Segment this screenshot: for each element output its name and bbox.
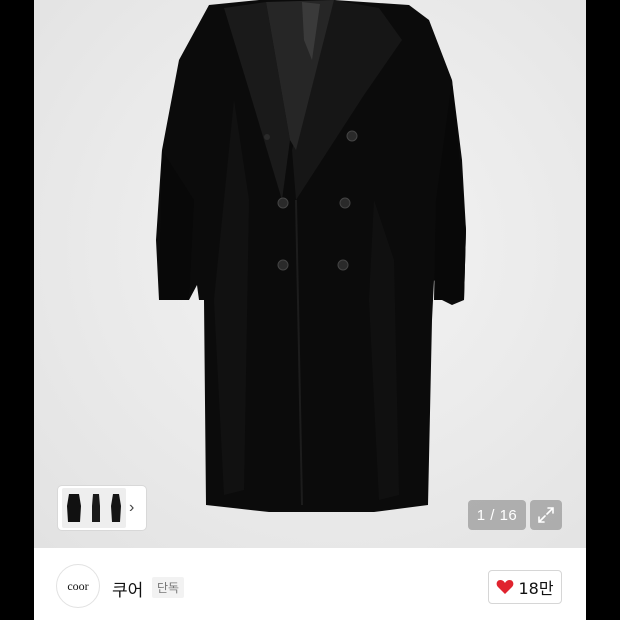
chevron-right-icon[interactable]: › — [129, 500, 134, 516]
thumbnail-strip[interactable]: › — [58, 486, 146, 530]
product-image-viewer[interactable]: › 1 / 16 — [34, 0, 586, 548]
like-button[interactable]: 18만 — [488, 570, 562, 604]
brand-logo[interactable]: coor — [56, 564, 100, 608]
thumbnail-coat-side[interactable] — [90, 492, 102, 524]
image-counter: 1 / 16 — [468, 500, 526, 530]
heart-icon — [497, 580, 514, 594]
exclusive-badge: 단독 — [152, 577, 185, 598]
like-count: 18만 — [518, 579, 554, 598]
fullscreen-button[interactable] — [530, 500, 562, 530]
brand-bar: coor 쿠어 단독 18만 — [34, 548, 586, 620]
coat-image — [156, 0, 466, 512]
thumbnail-images[interactable] — [62, 488, 126, 528]
expand-icon — [538, 507, 554, 523]
thumbnail-coat-back[interactable] — [110, 492, 122, 524]
brand-name-link[interactable]: 쿠어 — [112, 576, 143, 601]
product-detail-screen: › 1 / 16 coor 쿠어 단독 18만 — [34, 0, 586, 620]
thumbnail-coat-front[interactable] — [66, 492, 82, 524]
